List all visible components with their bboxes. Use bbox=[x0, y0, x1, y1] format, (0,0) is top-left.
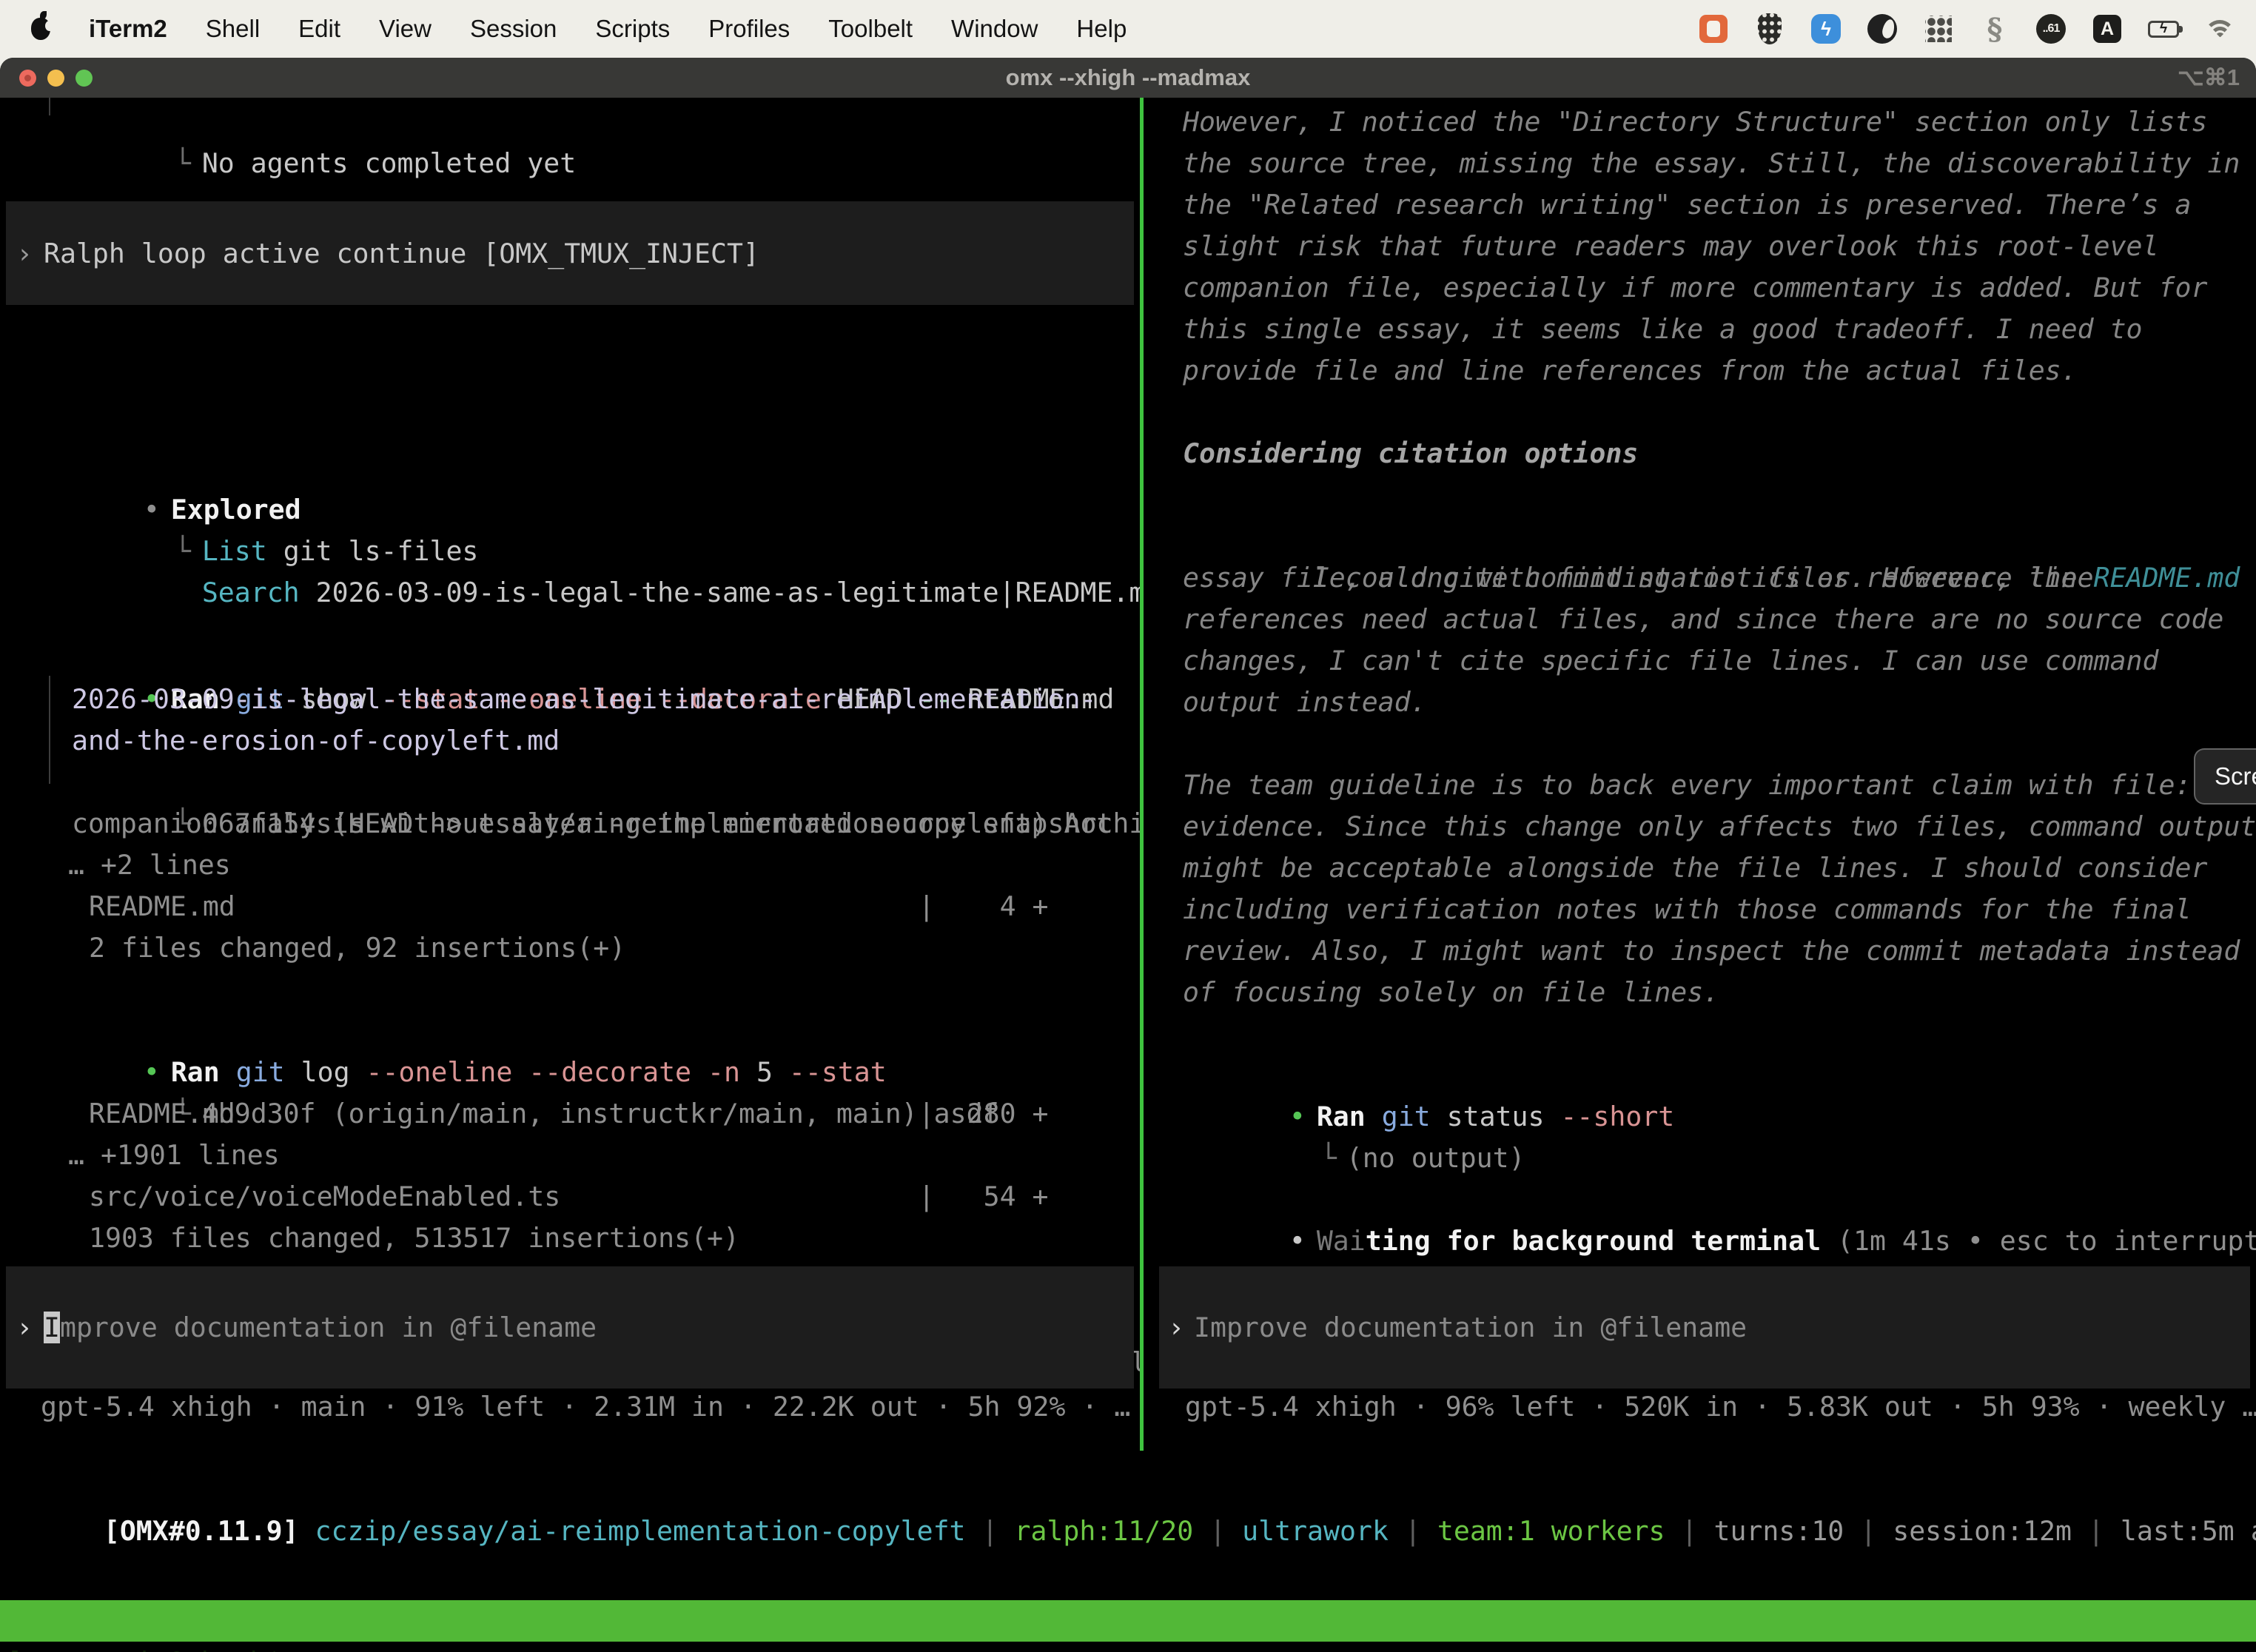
omx-version: [OMX#0.11.9] bbox=[104, 1515, 299, 1547]
explored-list-line: └List git ls-files bbox=[44, 489, 478, 531]
readme-link: README.md bbox=[2094, 562, 2240, 594]
window-shortcut-badge: ⌥⌘1 bbox=[2178, 64, 2240, 91]
left-pane[interactable]: └No agents completed yet ›Ralph loop act… bbox=[0, 98, 1140, 1652]
reasoning-line: of focusing solely on file lines. bbox=[1183, 972, 1719, 1013]
git-log-out1: └4b9d30f (origin/main, instructkr/main, … bbox=[44, 1052, 999, 1093]
bullet: • bbox=[1289, 1220, 1317, 1262]
git-show-out2: companion analysis without altering the … bbox=[72, 803, 1112, 845]
git-log-cmd-line: •Ran git log --oneline --decorate -n 5 -… bbox=[13, 1010, 887, 1052]
git-show-arg-wrap1: 2026-03-09-is-legal-the-same-as-legitima… bbox=[72, 679, 1096, 720]
reasoning-line: the source tree, missing the essay. Stil… bbox=[1183, 143, 2240, 184]
git-log-summary: 1903 files changed, 513517 insertions(+) bbox=[89, 1218, 739, 1259]
git-status-out: └(no output) bbox=[1190, 1096, 1525, 1138]
reasoning-line: provide file and line references from th… bbox=[1183, 350, 2078, 392]
iterm-window: omx --xhigh --madmax ⌥⌘1 └No agents comp… bbox=[0, 58, 2256, 1652]
reasoning-line: companion file, especially if more comme… bbox=[1183, 267, 2207, 309]
reasoning-line: including verification notes with those … bbox=[1183, 889, 2191, 930]
reasoning-line: the "Related research writing" section i… bbox=[1183, 184, 2191, 226]
tmux-session-label: [omx-cczip0:bash* bbox=[6, 1642, 283, 1652]
menu-item-profiles[interactable]: Profiles bbox=[708, 15, 790, 43]
reasoning-line: might be acceptable alongside the file l… bbox=[1183, 847, 2207, 889]
reasoning-line: output instead. bbox=[1183, 682, 1427, 723]
right-pane[interactable]: However, I noticed the "Directory Struct… bbox=[1153, 98, 2256, 1652]
omx-ralph: ralph:11/20 bbox=[1014, 1515, 1193, 1547]
git-status-cmd-line: •Ran git status --short bbox=[1159, 1055, 1674, 1096]
menu-item-help[interactable]: Help bbox=[1076, 15, 1127, 43]
reasoning-line: references need actual files, and since … bbox=[1183, 599, 2223, 640]
reasoning-line: evidence. Since this change only affects… bbox=[1183, 806, 2256, 847]
git-show-summary: 2 files changed, 92 insertions(+) bbox=[89, 927, 625, 969]
git-log-stat1: README.md | 280 + bbox=[89, 1093, 1049, 1135]
explored-line: •Explored bbox=[13, 448, 301, 489]
reasoning-line: this single essay, it seems like a good … bbox=[1183, 309, 2143, 350]
composer-input[interactable]: ›Improve documentation in @filename bbox=[6, 1266, 1134, 1389]
reasoning-line: changes, I can't cite specific file line… bbox=[1183, 640, 2159, 682]
model-status-line: gpt-5.4 xhigh · main · 91% left · 2.31M … bbox=[41, 1386, 1130, 1428]
model-status-line: gpt-5.4 xhigh · 96% left · 520K in · 5.8… bbox=[1185, 1386, 2256, 1428]
prompt-chevron: › bbox=[1168, 1312, 1194, 1343]
status-icons: ϟ § ..61 A ϟ bbox=[1696, 12, 2256, 46]
terminal: └No agents completed yet ›Ralph loop act… bbox=[0, 98, 2256, 1652]
menu-item-app[interactable]: iTerm2 bbox=[89, 15, 167, 43]
composer-placeholder: mprove documentation in @filename bbox=[60, 1312, 597, 1343]
omx-turns: turns:10 bbox=[1713, 1515, 1844, 1547]
tree-corner: └ bbox=[175, 143, 202, 184]
battery-icon[interactable]: ϟ bbox=[2146, 12, 2181, 46]
reasoning-line: essay file, along with finding root file… bbox=[1183, 557, 2094, 599]
omx-team: team:1 workers bbox=[1437, 1515, 1665, 1547]
composer-placeholder: Improve documentation in @filename bbox=[1194, 1312, 1747, 1343]
menu-item-toolbelt[interactable]: Toolbelt bbox=[828, 15, 913, 43]
agents-note-line: └No agents completed yet bbox=[44, 101, 576, 143]
window-title: omx --xhigh --madmax bbox=[0, 64, 2256, 91]
waiting-status-line: •Waiting for background terminal (1m 41s… bbox=[1159, 1179, 2256, 1220]
menu-item-session[interactable]: Session bbox=[470, 15, 557, 43]
git-show-cmd-line: •Ran git show --stat --oneline --decorat… bbox=[13, 637, 1114, 679]
title-bar[interactable]: omx --xhigh --madmax ⌥⌘1 bbox=[0, 58, 2256, 98]
omx-status-bar: [OMX#0.11.9] cczip/essay/ai-reimplementa… bbox=[6, 1469, 2256, 1594]
menu-item-shell[interactable]: Shell bbox=[206, 15, 260, 43]
git-show-out1: └067f154 (HEAD -> essay/ai-reimplementat… bbox=[44, 762, 1140, 803]
reasoning-line: I could cite commit statistics or refere… bbox=[1183, 516, 2256, 557]
shield-grid-icon[interactable] bbox=[1753, 12, 1787, 46]
input-source-icon[interactable]: A bbox=[2090, 12, 2124, 46]
blue-zigzag-icon[interactable]: ϟ bbox=[1809, 12, 1843, 46]
screenshot-toast[interactable]: Scre bbox=[2194, 748, 2256, 805]
pane-divider[interactable] bbox=[1140, 98, 1144, 1451]
crescent-circle-icon[interactable] bbox=[1865, 12, 1899, 46]
badge-61-icon[interactable]: ..61 bbox=[2034, 12, 2068, 46]
tree-corner: └ bbox=[1320, 1138, 1346, 1179]
git-show-arg-wrap2: and-the-erosion-of-copyleft.md bbox=[72, 720, 560, 762]
screenshot-indicator-icon[interactable] bbox=[1696, 12, 1730, 46]
composer-input[interactable]: ›Improve documentation in @filename bbox=[1159, 1266, 2250, 1389]
inject-text: Ralph loop active continue [OMX_TMUX_INJ… bbox=[44, 238, 759, 269]
reasoning-heading: Considering citation options bbox=[1183, 433, 1638, 474]
tmux-status-bar: [omx-cczip0:bash* "MacBook-Pro-44.local"… bbox=[0, 1600, 2256, 1642]
explored-search-line: Search 2026-03-09-is-legal-the-same-as-l… bbox=[72, 531, 1140, 572]
text-cursor: I bbox=[44, 1312, 60, 1343]
reasoning-line: slight risk that future readers may over… bbox=[1183, 226, 2159, 267]
git-log-more: … +1901 lines bbox=[68, 1135, 280, 1176]
reasoning-line: However, I noticed the "Directory Struct… bbox=[1183, 101, 2207, 143]
reasoning-line: The team guideline is to back every impo… bbox=[1183, 765, 2256, 806]
omx-branch: cczip/essay/ai-reimplementation-copyleft bbox=[299, 1515, 966, 1547]
prompt-chevron: › bbox=[16, 238, 44, 269]
omx-session: session:12m bbox=[1893, 1515, 2072, 1547]
git-log-stat2: src/voice/voiceModeEnabled.ts | 54 + bbox=[89, 1176, 1049, 1218]
menu-item-scripts[interactable]: Scripts bbox=[595, 15, 670, 43]
menu-item-view[interactable]: View bbox=[379, 15, 432, 43]
omx-last: last:5m ago bbox=[2121, 1515, 2256, 1547]
dots-grid-icon[interactable] bbox=[1921, 12, 1955, 46]
menu-item-edit[interactable]: Edit bbox=[298, 15, 340, 43]
wifi-icon[interactable] bbox=[2203, 12, 2237, 46]
apple-logo-icon[interactable] bbox=[31, 18, 50, 40]
reasoning-line: review. Also, I might want to inspect th… bbox=[1183, 930, 2240, 972]
squiggle-icon[interactable]: § bbox=[1978, 12, 2012, 46]
inject-banner: ›Ralph loop active continue [OMX_TMUX_IN… bbox=[6, 201, 1134, 305]
menu-item-window[interactable]: Window bbox=[951, 15, 1038, 43]
menu-bar: iTerm2 Shell Edit View Session Scripts P… bbox=[0, 0, 2256, 58]
prompt-chevron: › bbox=[16, 1312, 44, 1343]
git-show-stat1: README.md | 4 + bbox=[89, 886, 1049, 927]
omx-ultrawork: ultrawork bbox=[1242, 1515, 1389, 1547]
git-show-more: … +2 lines bbox=[68, 845, 231, 886]
